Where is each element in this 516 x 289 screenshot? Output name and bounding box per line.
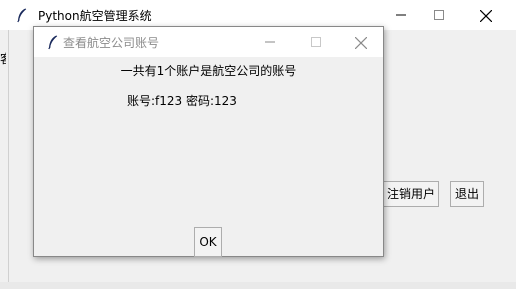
deregister-user-button[interactable]: 注销用户 (383, 181, 439, 207)
bottom-strip (0, 282, 516, 289)
partial-label: 客 (0, 50, 6, 67)
dialog-titlebar[interactable]: 查看航空公司账号 (34, 27, 383, 57)
feather-icon (14, 7, 30, 23)
account-entry: 账号:f123 密码:123 (127, 94, 237, 108)
exit-button[interactable]: 退出 (450, 181, 484, 207)
maximize-icon (311, 37, 321, 47)
maximize-icon (434, 10, 444, 20)
dialog-maximize-button[interactable] (293, 27, 339, 57)
dialog-minimize-button[interactable] (247, 27, 293, 57)
feather-icon (45, 34, 61, 50)
account-count-label: 一共有1个账户是航空公司的账号 (120, 64, 297, 78)
maximize-button[interactable] (416, 0, 462, 30)
ok-button[interactable]: OK (194, 227, 222, 257)
window-edge-strip (0, 30, 8, 289)
minimize-icon (265, 41, 275, 43)
dialog-close-button[interactable] (337, 27, 383, 57)
close-icon (480, 10, 492, 22)
airline-accounts-dialog: 查看航空公司账号 一共有1个账户是航空公司的账号 账号:f123 密码:123 … (33, 26, 384, 257)
minimize-icon (396, 14, 406, 16)
dialog-title: 查看航空公司账号 (63, 36, 160, 50)
close-button[interactable] (462, 0, 508, 30)
close-icon (355, 37, 367, 49)
main-window-title: Python航空管理系统 (38, 9, 152, 23)
